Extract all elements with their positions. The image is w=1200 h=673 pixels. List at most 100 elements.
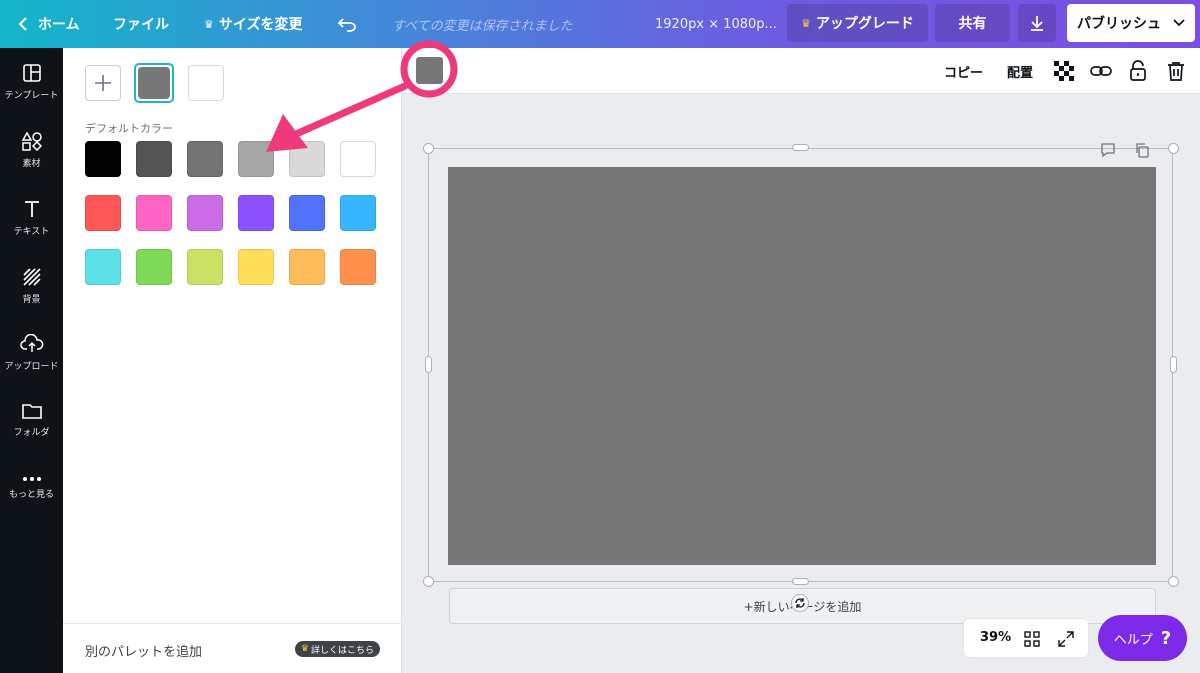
- document-color-swatch[interactable]: [188, 65, 224, 101]
- learn-more-badge[interactable]: ♛ 詳しくはこちら: [294, 641, 380, 657]
- default-color-swatch[interactable]: [136, 249, 172, 285]
- elements-icon: [21, 131, 42, 151]
- default-color-swatch[interactable]: [85, 195, 121, 231]
- default-color-swatch[interactable]: [340, 141, 376, 177]
- plus-icon: [95, 75, 111, 91]
- default-color-swatch[interactable]: [187, 141, 223, 177]
- download-button[interactable]: [1018, 4, 1056, 42]
- color-panel: デフォルトカラー 別のパレットを追加 ♛ 詳しくはこちら: [63, 48, 402, 673]
- context-toolbar: コピー 配置: [402, 48, 1200, 94]
- resize-handle[interactable]: [1168, 576, 1179, 587]
- default-color-swatch[interactable]: [289, 141, 325, 177]
- resize-handle[interactable]: [425, 356, 432, 373]
- default-color-swatch[interactable]: [187, 195, 223, 231]
- copy-button[interactable]: コピー: [944, 48, 983, 94]
- panel-footer: 別のパレットを追加 ♛ 詳しくはこちら: [63, 623, 402, 673]
- resize-handle[interactable]: [1170, 356, 1177, 373]
- resize-label: サイズを変更: [218, 17, 303, 33]
- rail-label: テキスト: [13, 227, 50, 237]
- help-label: ヘルプ: [1113, 632, 1153, 648]
- default-color-swatch[interactable]: [238, 249, 274, 285]
- transparency-icon[interactable]: [1052, 59, 1076, 83]
- undo-button[interactable]: [337, 0, 357, 48]
- rail-item-upload[interactable]: アップロード: [0, 323, 63, 383]
- default-color-swatch[interactable]: [289, 249, 325, 285]
- file-label: ファイル: [113, 17, 169, 33]
- crown-icon: ♛: [801, 16, 811, 30]
- home-label: ホーム: [38, 17, 80, 33]
- rail-item-templates[interactable]: テンプレート: [0, 52, 63, 112]
- lock-icon[interactable]: [1126, 59, 1150, 83]
- chevron-left-icon: [18, 17, 27, 31]
- document-color-swatch[interactable]: [138, 67, 170, 99]
- rail-label: 背景: [22, 295, 41, 305]
- publish-button[interactable]: パブリッシュ: [1067, 4, 1195, 42]
- default-colors-label: デフォルトカラー: [85, 122, 173, 135]
- default-color-swatch[interactable]: [136, 141, 172, 177]
- trash-icon[interactable]: [1164, 59, 1188, 83]
- duplicate-page-icon[interactable]: [1134, 142, 1150, 162]
- learn-more-label: 詳しくはこちら: [310, 645, 374, 656]
- text-icon: [24, 201, 39, 217]
- share-label: 共有: [958, 16, 987, 32]
- rail-label: テンプレート: [4, 91, 59, 101]
- default-color-swatch[interactable]: [238, 141, 274, 177]
- default-color-swatch[interactable]: [187, 249, 223, 285]
- upload-icon: [19, 334, 43, 352]
- resize-handle[interactable]: [792, 578, 809, 585]
- default-color-swatch[interactable]: [85, 249, 121, 285]
- resize-handle[interactable]: [423, 143, 434, 154]
- file-menu[interactable]: ファイル: [113, 0, 169, 48]
- rail-item-elements[interactable]: 素材: [0, 120, 63, 180]
- upgrade-button[interactable]: ♛ アップグレード: [787, 4, 928, 42]
- top-bar: ホーム ファイル ♛ サイズを変更 すべての変更は保存されました 1920px …: [0, 0, 1200, 48]
- design-page[interactable]: [448, 167, 1156, 565]
- link-icon[interactable]: [1089, 59, 1113, 83]
- publish-label: パブリッシュ: [1077, 16, 1161, 32]
- default-color-swatch[interactable]: [340, 249, 376, 285]
- default-color-swatch[interactable]: [136, 195, 172, 231]
- resize-handle[interactable]: [423, 576, 434, 587]
- arrange-button[interactable]: 配置: [1007, 48, 1033, 94]
- crown-icon: ♛: [204, 17, 214, 31]
- chevron-down-icon: [1173, 19, 1185, 27]
- rail-item-background[interactable]: 背景: [0, 256, 63, 316]
- zoom-level[interactable]: 39%: [980, 630, 1011, 645]
- background-icon: [22, 268, 41, 286]
- share-button[interactable]: 共有: [935, 4, 1010, 42]
- resize-handle[interactable]: [792, 144, 809, 151]
- side-rail: テンプレート 素材 テキスト 背景 アップロード フォルダ もっと見る: [0, 48, 63, 673]
- default-color-swatch[interactable]: [85, 141, 121, 177]
- grid-view-icon[interactable]: [1024, 631, 1040, 651]
- rail-label: もっと見る: [8, 490, 54, 500]
- dimensions-label[interactable]: 1920px × 1080p...: [655, 0, 777, 48]
- home-button[interactable]: ホーム: [18, 0, 80, 48]
- default-color-swatch[interactable]: [238, 195, 274, 231]
- add-palette-link[interactable]: 別のパレットを追加: [85, 641, 202, 660]
- help-question-icon: ?: [1160, 627, 1172, 649]
- template-icon: [22, 64, 41, 82]
- rail-label: 素材: [22, 159, 41, 169]
- download-icon: [1031, 16, 1043, 31]
- undo-icon: [337, 18, 356, 32]
- folder-icon: [21, 404, 42, 419]
- rail-item-more[interactable]: もっと見る: [0, 458, 63, 518]
- add-color-button[interactable]: [85, 65, 121, 101]
- rail-label: フォルダ: [13, 428, 50, 438]
- help-button[interactable]: ヘルプ ?: [1098, 615, 1187, 661]
- more-icon: [22, 477, 41, 481]
- canvas-area: +新しいページを追加 39% ヘルプ ?: [402, 94, 1200, 673]
- comment-icon[interactable]: [1100, 142, 1116, 162]
- rotate-handle-icon[interactable]: [791, 594, 809, 612]
- default-color-swatch[interactable]: [340, 195, 376, 231]
- zoom-controls: 39%: [963, 618, 1089, 658]
- crown-icon: ♛: [300, 644, 309, 654]
- default-color-swatch[interactable]: [289, 195, 325, 231]
- resize-handle[interactable]: [1168, 143, 1179, 154]
- color-picker-button[interactable]: [416, 57, 443, 84]
- rail-label: アップロード: [4, 362, 59, 372]
- rail-item-folder[interactable]: フォルダ: [0, 390, 63, 450]
- rail-item-text[interactable]: テキスト: [0, 188, 63, 248]
- fullscreen-icon[interactable]: [1058, 631, 1074, 651]
- resize-button[interactable]: ♛ サイズを変更: [204, 0, 302, 48]
